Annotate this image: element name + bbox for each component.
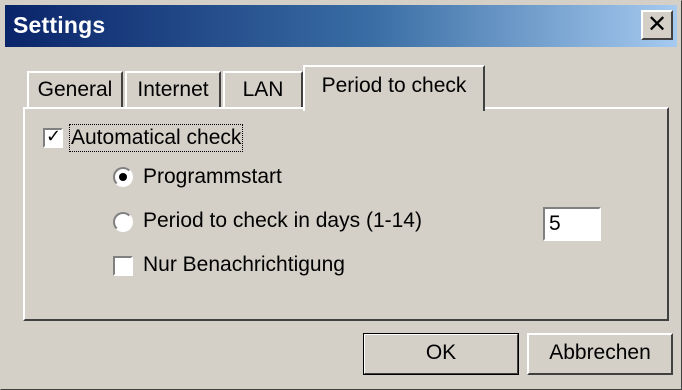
ok-button[interactable]: OK xyxy=(363,333,519,375)
ok-button-label: OK xyxy=(425,341,457,364)
tab-lan-label: LAN xyxy=(242,78,284,101)
period-in-days-radio[interactable] xyxy=(113,212,133,232)
close-icon: ✕ xyxy=(646,10,668,38)
checkmark-icon: ✓ xyxy=(46,126,62,147)
settings-dialog: Settings ✕ General Internet LAN Period t… xyxy=(0,0,682,390)
window-title: Settings xyxy=(13,12,106,38)
radio-selected-dot xyxy=(119,173,127,181)
title-bar: Settings ✕ xyxy=(5,5,677,47)
automatical-check-label[interactable]: Automatical check xyxy=(68,124,244,152)
tab-general-label: General xyxy=(37,78,113,101)
tab-lan[interactable]: LAN xyxy=(223,71,303,109)
tab-internet[interactable]: Internet xyxy=(125,71,221,109)
tab-internet-label: Internet xyxy=(137,78,209,101)
close-button[interactable]: ✕ xyxy=(641,10,673,40)
programmstart-label[interactable]: Programmstart xyxy=(143,165,282,189)
cancel-button[interactable]: Abbrechen xyxy=(527,333,673,375)
tab-panel-period-to-check: ✓ Automatical check Programmstart Period… xyxy=(23,107,669,321)
programmstart-radio[interactable] xyxy=(113,167,133,187)
tab-general[interactable]: General xyxy=(27,71,123,109)
tab-period-to-check[interactable]: Period to check xyxy=(303,65,485,111)
cancel-button-label: Abbrechen xyxy=(549,341,651,364)
notify-only-label[interactable]: Nur Benachrichtigung xyxy=(143,253,345,277)
period-days-input[interactable] xyxy=(543,207,601,241)
notify-only-checkbox[interactable] xyxy=(112,255,134,277)
automatical-check-checkbox[interactable]: ✓ xyxy=(42,126,64,149)
period-in-days-label[interactable]: Period to check in days (1-14) xyxy=(143,209,422,233)
tab-period-to-check-label: Period to check xyxy=(321,74,467,97)
